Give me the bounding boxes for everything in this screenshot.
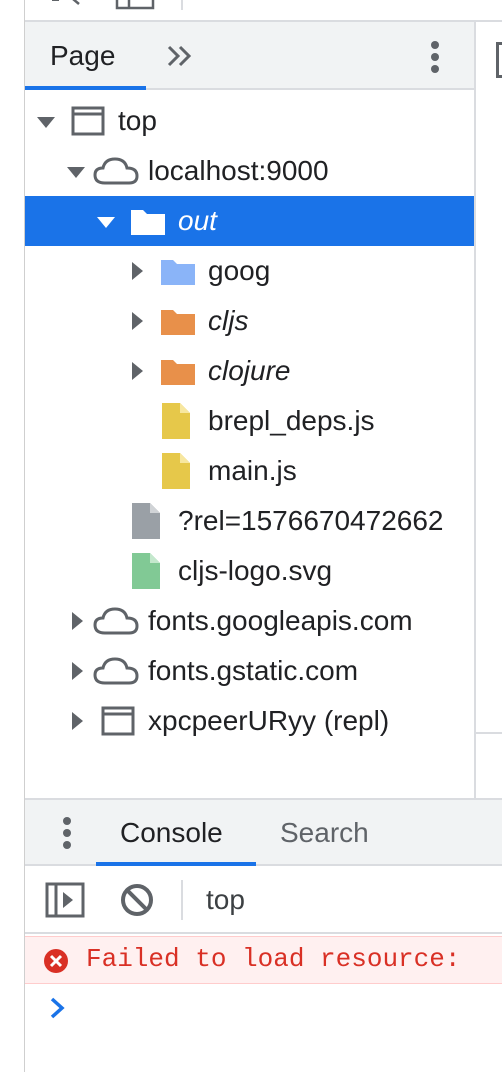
- tree-label: cljs: [208, 305, 249, 336]
- expand-arrow-icon[interactable]: [72, 612, 83, 630]
- expand-arrow-icon[interactable]: [97, 217, 115, 228]
- left-panel-edge: [0, 0, 25, 1072]
- tree-label: cljs-logo.svg: [178, 555, 333, 586]
- editor-icon: [496, 42, 502, 78]
- file-icon: [162, 453, 190, 489]
- tree-row-goog[interactable]: goog: [25, 246, 474, 296]
- tree-row-localhost[interactable]: localhost:9000: [25, 146, 474, 196]
- folder-icon: [161, 360, 195, 385]
- kebab-menu-icon[interactable]: [61, 816, 73, 852]
- tree-row-cljs[interactable]: cljs: [25, 296, 474, 346]
- tree-label: brepl_deps.js: [208, 405, 375, 436]
- error-icon: [44, 949, 68, 973]
- frame-icon: [71, 106, 105, 136]
- tree-row-xpcpeer[interactable]: xpcpeerURyy (repl): [25, 696, 474, 746]
- tree-label: fonts.gstatic.com: [148, 655, 359, 686]
- console-error-message[interactable]: Failed to load resource:: [86, 944, 460, 974]
- expand-arrow-icon[interactable]: [72, 712, 83, 730]
- tree-label: top: [118, 105, 157, 136]
- file-icon: [162, 403, 190, 439]
- editor-pane-edge: [474, 22, 502, 798]
- tree-label: ?rel=1576670472662: [178, 505, 444, 536]
- tab-page[interactable]: Page: [50, 40, 115, 72]
- tree-row-brepl-deps[interactable]: brepl_deps.js: [25, 396, 474, 446]
- tree-label: clojure: [208, 355, 291, 386]
- tab-console[interactable]: Console: [120, 817, 223, 849]
- tree-row-out[interactable]: out: [25, 196, 474, 246]
- tree-row-top[interactable]: top: [25, 96, 474, 146]
- console-prompt-icon: [50, 997, 65, 1019]
- frame-icon: [101, 706, 135, 736]
- tree-label: goog: [208, 255, 271, 286]
- drawer-header: [25, 798, 502, 866]
- tree-label: xpcpeerURyy (repl): [148, 705, 390, 736]
- sidebar-toggle-icon[interactable]: [45, 882, 85, 918]
- expand-arrow-icon[interactable]: [37, 117, 55, 128]
- console-input[interactable]: [80, 990, 480, 1030]
- expand-arrow-icon[interactable]: [67, 167, 85, 178]
- expand-arrow-icon[interactable]: [132, 362, 143, 380]
- cloud-icon: [93, 607, 139, 635]
- toolbar-divider: [181, 880, 183, 920]
- tab-page-underline: [25, 86, 146, 90]
- cloud-icon: [93, 657, 139, 685]
- tab-search[interactable]: Search: [280, 817, 369, 849]
- file-icon: [132, 503, 160, 539]
- tree-row-fonts-googleapis[interactable]: fonts.googleapis.com: [25, 596, 474, 646]
- expand-arrow-icon[interactable]: [132, 312, 143, 330]
- tree-row-clojure[interactable]: clojure: [25, 346, 474, 396]
- tree-row-rel[interactable]: ?rel=1576670472662: [25, 496, 474, 546]
- cloud-icon: [93, 157, 139, 185]
- tree-label: out: [178, 205, 217, 236]
- folder-icon: [161, 310, 195, 335]
- expand-arrow-icon[interactable]: [72, 662, 83, 680]
- folder-icon: [131, 210, 165, 235]
- inspect-icon[interactable]: [49, 0, 89, 10]
- kebab-menu-icon[interactable]: [429, 40, 441, 76]
- device-toolbar-icon[interactable]: [115, 0, 155, 10]
- console-toolbar: [25, 866, 502, 934]
- file-tree: top localhost:9000 out goog cljs clojure…: [25, 92, 474, 798]
- toolbar-divider: [181, 0, 183, 10]
- file-icon: [132, 553, 160, 589]
- more-tabs-icon[interactable]: [166, 44, 194, 68]
- expand-arrow-icon[interactable]: [132, 262, 143, 280]
- editor-area: [476, 122, 502, 734]
- tree-label: fonts.googleapis.com: [148, 605, 413, 636]
- tree-row-main[interactable]: main.js: [25, 446, 474, 496]
- context-selector[interactable]: top: [206, 884, 245, 916]
- tree-row-cljs-logo[interactable]: cljs-logo.svg: [25, 546, 474, 596]
- clear-console-icon[interactable]: [119, 882, 155, 918]
- tree-row-fonts-gstatic[interactable]: fonts.gstatic.com: [25, 646, 474, 696]
- tree-label: localhost:9000: [148, 155, 329, 186]
- top-toolbar: [25, 0, 502, 22]
- folder-icon: [161, 260, 195, 285]
- tree-label: main.js: [208, 455, 297, 486]
